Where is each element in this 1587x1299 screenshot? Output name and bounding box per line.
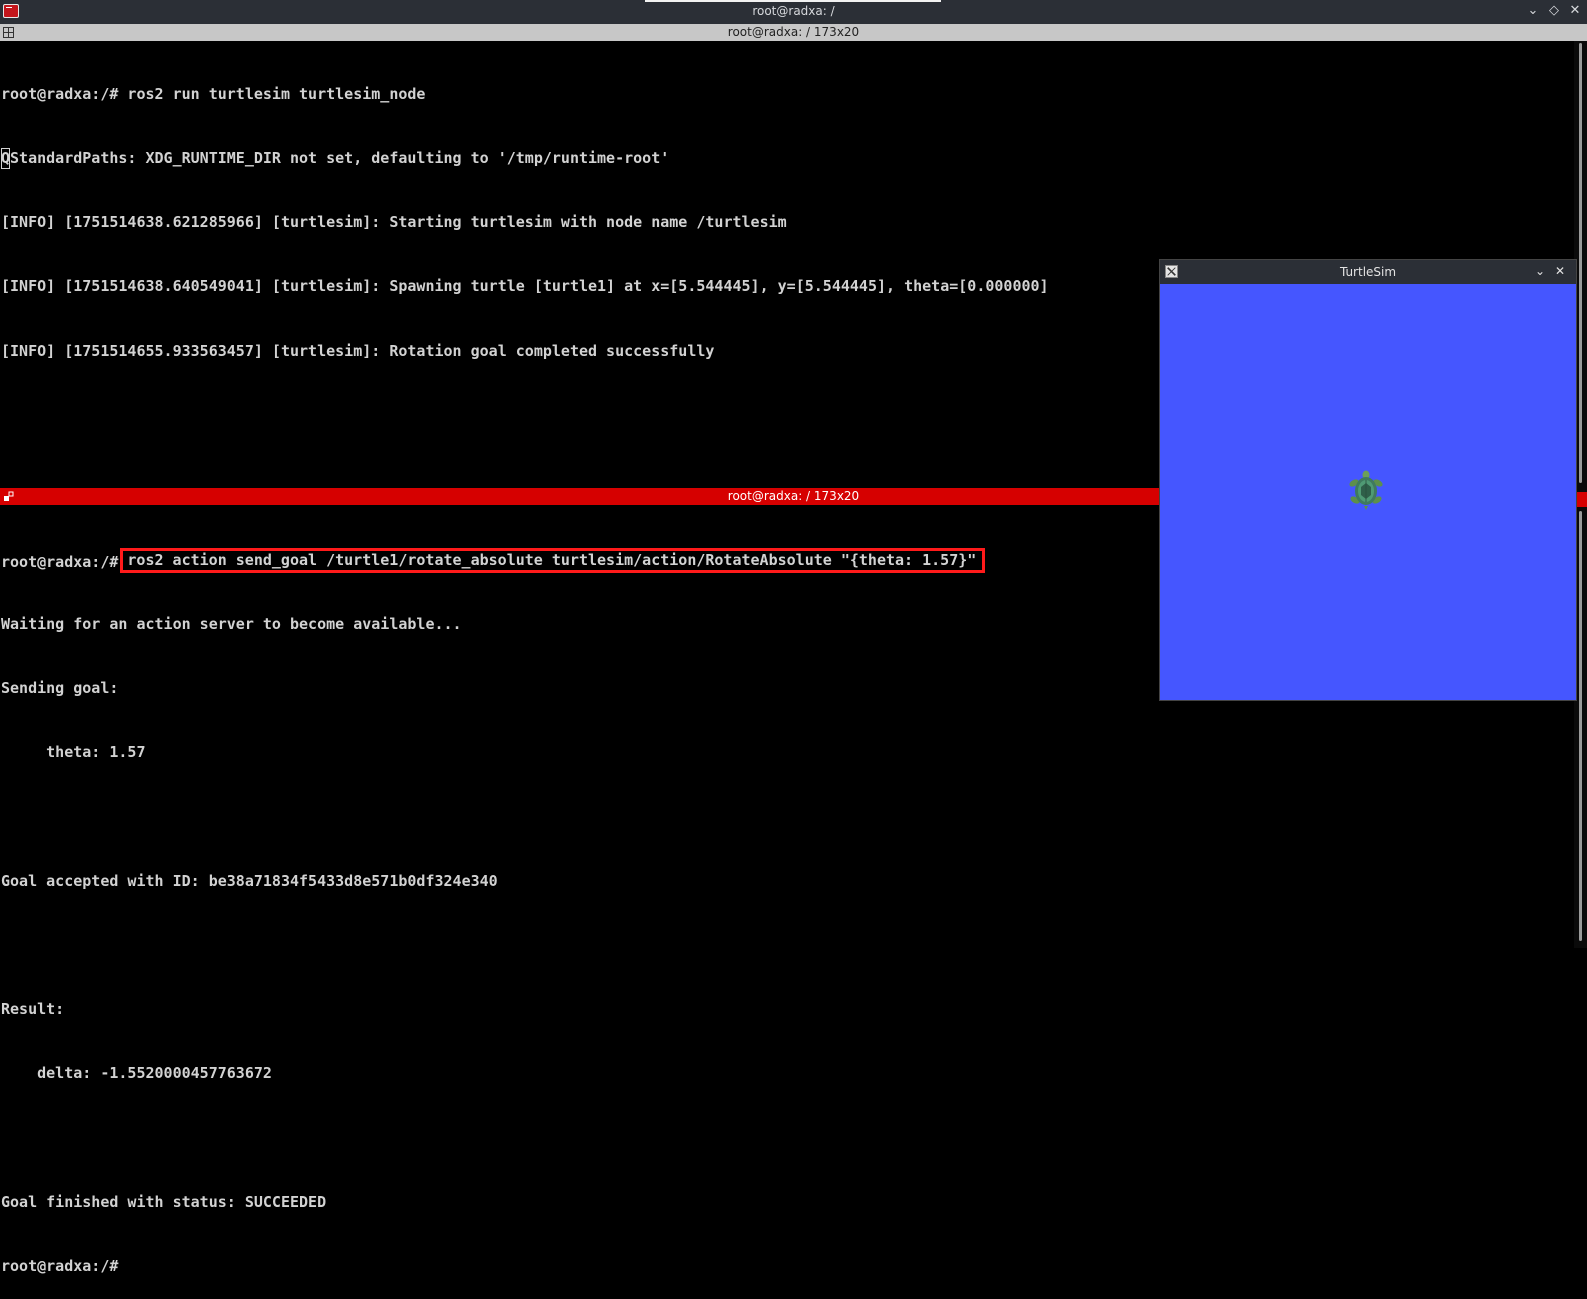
terminal-line: [INFO] [1751514638.621285966] [turtlesim… — [1, 213, 787, 232]
terminal-line: root@radxa:/# — [1, 1257, 119, 1276]
window-title: root@radxa: / — [752, 4, 835, 18]
maximize-button[interactable]: ◇ — [1546, 3, 1562, 19]
terminal-line: [INFO] [1751514638.640549041] [turtlesim… — [1, 277, 1049, 296]
turtlesim-minimize-button[interactable]: ⌄ — [1532, 263, 1548, 279]
top-scroll-thumb[interactable] — [1579, 43, 1582, 483]
top-pane-header[interactable]: root@radxa: / 173x20 — [0, 24, 1587, 41]
terminal-line: Result: — [1, 1000, 65, 1019]
window-titlebar: root@radxa: / ⌄ ◇ ✕ — [0, 0, 1587, 24]
terminal-line: delta: -1.5520000457763672 — [1, 1064, 272, 1083]
terminal-line: root@radxa:/# ros2 run turtlesim turtles… — [1, 84, 426, 103]
bottom-terminal-output[interactable]: root@radxa:/# ros2 action send_goal /turt… — [1, 507, 986, 1299]
top-pane-title: root@radxa: / 173x20 — [727, 25, 860, 39]
turtle-icon — [1349, 470, 1383, 510]
minimize-button[interactable]: ⌄ — [1525, 3, 1541, 19]
turtlesim-window[interactable]: TurtleSim ⌄ ✕ — [1159, 259, 1577, 701]
terminal-cursor — [1, 148, 10, 169]
turtlesim-titlebar[interactable]: TurtleSim ⌄ ✕ — [1160, 260, 1576, 283]
turtlesim-title: TurtleSim — [1339, 265, 1397, 279]
top-terminal-output[interactable]: root@radxa:/# ros2 run turtlesim turtles… — [1, 41, 1049, 383]
bottom-scroll-thumb[interactable] — [1579, 511, 1582, 941]
highlighted-command: ros2 action send_goal /turtle1/rotate_ab… — [120, 547, 986, 573]
active-tab-indicator — [645, 0, 941, 2]
terminal-line: Waiting for an action server to become a… — [1, 615, 462, 634]
close-button[interactable]: ✕ — [1567, 3, 1583, 19]
terminal-line: theta: 1.57 — [1, 743, 146, 762]
terminal-line: [INFO] [1751514655.933563457] [turtlesim… — [1, 341, 715, 360]
shell-prompt: root@radxa:/# — [1, 552, 119, 571]
terminal-line: Sending goal: — [1, 679, 119, 698]
terminal-line: QStandardPaths: XDG_RUNTIME_DIR not set,… — [1, 149, 670, 168]
turtlesim-canvas — [1160, 284, 1576, 700]
terminal-line: Goal finished with status: SUCCEEDED — [1, 1192, 327, 1211]
command-line: root@radxa:/# ros2 action send_goal /turt… — [1, 547, 986, 573]
terminal-line: Goal accepted with ID: be38a71834f5433d8… — [1, 871, 498, 890]
turtlesim-close-button[interactable]: ✕ — [1552, 263, 1568, 279]
